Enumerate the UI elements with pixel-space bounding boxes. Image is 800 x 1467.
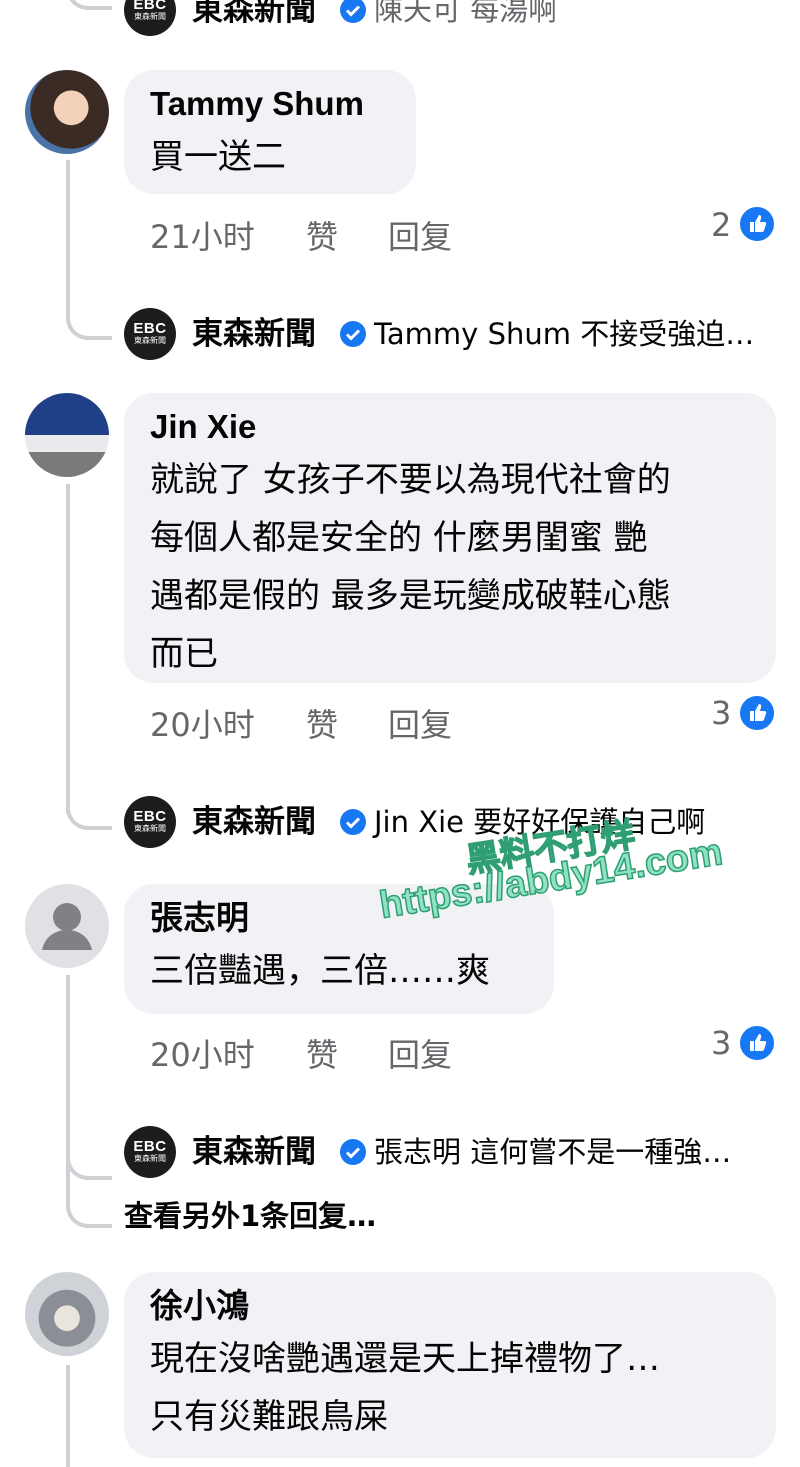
page-reply-name[interactable]: 東森新聞 — [192, 314, 316, 354]
like-button[interactable]: 赞 — [306, 212, 338, 258]
reply-button[interactable]: 回复 — [388, 212, 452, 258]
comment-line: 現在沒啥艷遇還是天上掉禮物了… — [150, 1339, 660, 1379]
comment-line: 就說了 女孩子不要以為現代社會的 — [150, 460, 671, 500]
comment-actions: 21小时 赞 回复 — [150, 212, 470, 256]
page-reply-name[interactable]: 東森新聞 — [192, 0, 316, 30]
page-reply[interactable]: EBC 東森新聞 東森新聞 張志明 這何嘗不是一種強… — [124, 1126, 784, 1180]
page-avatar[interactable]: EBC 東森新聞 — [124, 308, 176, 360]
comment-time[interactable]: 20小时 — [150, 1030, 255, 1076]
page-avatar[interactable]: EBC 東森新聞 — [124, 796, 176, 848]
comment-author[interactable]: Jin Xie — [150, 407, 748, 447]
page-reply-name[interactable]: 東森新聞 — [192, 1132, 316, 1172]
comment-author[interactable]: Tammy Shum — [150, 84, 388, 124]
like-icon[interactable] — [738, 1024, 776, 1062]
comment-text: 現在沒啥艷遇還是天上掉禮物了… 只有災難跟鳥屎 — [150, 1330, 748, 1446]
comment-line: 遇都是假的 最多是玩變成破鞋心態 — [150, 576, 671, 616]
comment-line: 而已 — [150, 634, 218, 674]
page-reply-text: 張志明 這何嘗不是一種強… — [374, 1135, 732, 1169]
view-more-replies-link[interactable]: 查看另外1条回复… — [124, 1196, 376, 1236]
comment-line: 只有災難跟鳥屎 — [150, 1397, 388, 1437]
verified-icon — [340, 809, 366, 835]
like-icon[interactable] — [738, 694, 776, 732]
page-reply-name[interactable]: 東森新聞 — [192, 802, 316, 842]
verified-icon — [340, 0, 366, 23]
thread-line — [66, 160, 70, 320]
comment-actions: 20小时 赞 回复 — [150, 700, 470, 744]
comment-author[interactable]: 徐小鴻 — [150, 1286, 748, 1326]
page-reply-text: Tammy Shum 不接受強迫… — [374, 317, 755, 351]
page-reply-text: 陳天可 每湯啊 — [374, 0, 558, 27]
comment-text: 就說了 女孩子不要以為現代社會的 每個人都是安全的 什麼男閨蜜 艷 遇都是假的 … — [150, 451, 748, 683]
comment-bubble: Jin Xie 就說了 女孩子不要以為現代社會的 每個人都是安全的 什麼男閨蜜 … — [124, 393, 776, 683]
comment-bubble: Tammy Shum 買一送二 — [124, 70, 416, 194]
reaction-count[interactable]: 3 — [711, 694, 731, 732]
comment-actions: 20小时 赞 回复 — [150, 1030, 470, 1074]
thread-connector — [66, 1170, 112, 1228]
comment-text: 三倍豔遇，三倍……爽 — [150, 951, 490, 991]
thread-line — [66, 1365, 70, 1467]
page-avatar[interactable]: EBC 東森新聞 — [124, 0, 176, 36]
thread-line — [66, 484, 70, 814]
verified-icon — [340, 1139, 366, 1165]
verified-icon — [340, 321, 366, 347]
comment-time[interactable]: 21小时 — [150, 212, 255, 258]
reply-button[interactable]: 回复 — [388, 700, 452, 746]
user-avatar[interactable] — [25, 393, 109, 477]
thread-connector — [66, 300, 112, 340]
like-button[interactable]: 赞 — [306, 700, 338, 746]
comment-text: 買一送二 — [150, 137, 286, 177]
reply-button[interactable]: 回复 — [388, 1030, 452, 1076]
comment-time[interactable]: 20小时 — [150, 700, 255, 746]
thread-connector — [66, 0, 112, 10]
like-button[interactable]: 赞 — [306, 1030, 338, 1076]
page-reply[interactable]: EBC 東森新聞 東森新聞 Tammy Shum 不接受強迫… — [124, 308, 784, 362]
comment-bubble: 徐小鴻 現在沒啥艷遇還是天上掉禮物了… 只有災難跟鳥屎 — [124, 1272, 776, 1458]
comment-line: 每個人都是安全的 什麼男閨蜜 艷 — [150, 518, 648, 558]
user-avatar[interactable] — [25, 70, 109, 154]
page-avatar[interactable]: EBC 東森新聞 — [124, 1126, 176, 1178]
page-reply[interactable]: EBC 東森新聞 東森新聞 陳天可 每湯啊 — [124, 0, 784, 38]
like-icon[interactable] — [738, 205, 776, 243]
user-avatar[interactable] — [25, 1272, 109, 1356]
default-avatar-icon[interactable] — [25, 884, 109, 968]
thread-connector — [66, 790, 112, 830]
reaction-count[interactable]: 3 — [711, 1024, 731, 1062]
reaction-count[interactable]: 2 — [711, 206, 731, 244]
